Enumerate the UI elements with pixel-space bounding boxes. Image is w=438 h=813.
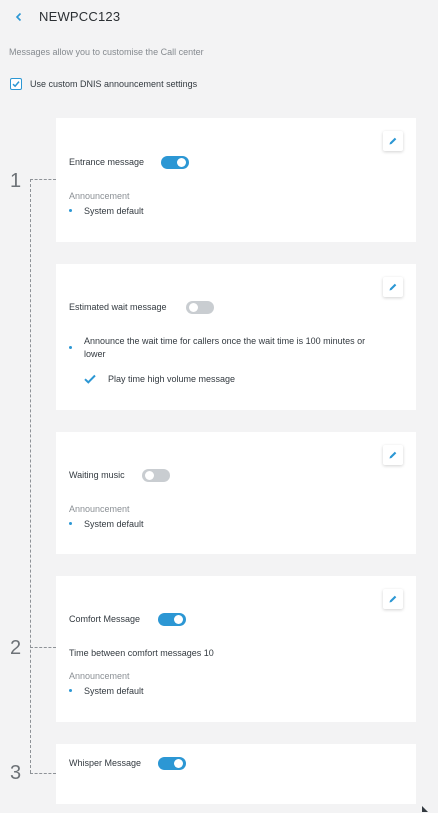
announcement-label: Announcement [69,671,130,681]
entrance-message-card: Entrance message Announcement System def… [56,118,416,242]
comfort-message-card: Comfort Message Time between comfort mes… [56,576,416,722]
page-header: NEWPCC123 [0,0,438,34]
back-button[interactable] [10,8,28,26]
edit-button[interactable] [383,445,403,465]
step-number: 2 [10,637,22,659]
pencil-icon [389,451,397,459]
step-connector-branch [30,647,56,648]
chevron-left-icon [15,12,22,22]
waiting-music-toggle[interactable] [142,469,170,482]
waiting-music-card: Waiting music Announcement System defaul… [56,432,416,554]
announcement-value: System default [69,685,144,698]
comfort-interval-text: Time between comfort messages 10 [69,648,214,658]
announcement-label: Announcement [69,191,130,201]
estimated-wait-message-toggle[interactable] [186,301,214,314]
step-connector-branch [30,773,56,774]
checkmark-icon [12,81,20,88]
page-title: NEWPCC123 [39,9,121,24]
edit-button[interactable] [383,131,403,151]
edit-button[interactable] [383,589,403,609]
announcement-value: System default [69,518,144,531]
whisper-message-card: Whisper Message [56,744,416,804]
estimated-wait-message-card: Estimated wait message Announce the wait… [56,264,416,410]
whisper-message-label: Whisper Message [69,758,142,768]
page-subtitle: Messages allow you to customise the Call… [9,47,204,57]
dnis-setting-row: Use custom DNIS announcement settings [10,77,197,91]
pencil-icon [389,595,397,603]
pencil-icon [389,283,397,291]
estimated-wait-message-label: Estimated wait message [69,302,167,312]
entrance-message-label: Entrance message [69,157,145,167]
pencil-icon [389,137,397,145]
announcement-value: System default [69,205,144,218]
high-volume-option: Play time high volume message [84,374,235,384]
edit-button[interactable] [383,277,403,297]
checkmark-icon [84,374,96,384]
waiting-music-label: Waiting music [69,470,125,480]
wait-time-rule: Announce the wait time for callers once … [69,335,389,361]
step-connector-branch [30,179,56,180]
entrance-message-toggle[interactable] [161,156,189,169]
step-number: 3 [10,762,22,784]
dnis-checkbox[interactable] [10,78,22,90]
whisper-message-toggle[interactable] [158,757,186,770]
comfort-message-toggle[interactable] [158,613,186,626]
step-connector-line [30,179,31,773]
dnis-checkbox-label: Use custom DNIS announcement settings [30,79,198,89]
resize-handle-icon[interactable] [422,806,428,812]
step-number: 1 [10,170,22,192]
comfort-message-label: Comfort Message [69,614,141,624]
announcement-label: Announcement [69,504,130,514]
